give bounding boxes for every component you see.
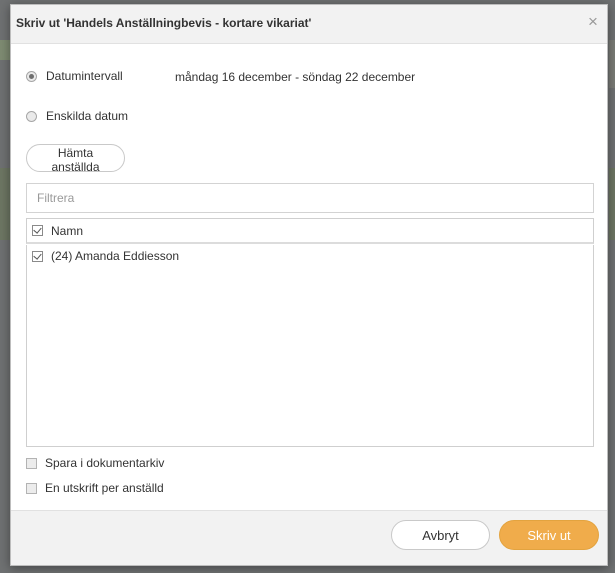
save-archive-checkbox[interactable] [26, 457, 37, 469]
cancel-button[interactable]: Avbryt [391, 520, 490, 550]
background-strip [0, 168, 10, 240]
background-strip [609, 40, 615, 88]
dialog-title: Skriv ut 'Handels Anställningbevis - kor… [16, 16, 312, 30]
select-all-checkbox[interactable] [32, 225, 43, 236]
one-print-checkbox[interactable] [26, 482, 37, 494]
employee-list: (24) Amanda Eddiesson [26, 245, 594, 447]
column-header-name: Namn [51, 223, 84, 238]
employee-list-header: Namn [26, 218, 594, 244]
background-strip [0, 40, 10, 60]
fetch-employees-button[interactable]: Hämta anställda [26, 144, 125, 174]
print-dialog: Skriv ut 'Handels Anställningbevis - kor… [10, 4, 608, 566]
radio-date-interval-label: Datumintervall [46, 69, 123, 83]
option-save-archive[interactable]: Spara i dokumentarkiv [26, 455, 164, 471]
dialog-header: Skriv ut 'Handels Anställningbevis - kor… [11, 5, 607, 44]
close-icon[interactable]: × [585, 13, 601, 31]
radio-single-dates[interactable]: Enskilda datum [26, 108, 128, 124]
list-item[interactable]: (24) Amanda Eddiesson [27, 245, 593, 267]
radio-single-dates-label: Enskilda datum [46, 109, 129, 123]
option-one-print-per-employee[interactable]: En utskrift per anställd [26, 480, 164, 496]
dialog-footer: Avbryt Skriv ut [11, 510, 607, 565]
save-archive-label: Spara i dokumentarkiv [45, 456, 165, 470]
radio-date-interval[interactable]: Datumintervall [26, 68, 123, 84]
background-strip [609, 168, 615, 240]
employee-name: (24) Amanda Eddiesson [51, 249, 180, 263]
radio-button[interactable] [26, 110, 37, 122]
filter-input[interactable] [26, 183, 594, 213]
radio-button-checked[interactable] [26, 70, 37, 82]
print-button[interactable]: Skriv ut [499, 520, 599, 550]
one-print-label: En utskrift per anställd [45, 481, 164, 495]
employee-checkbox[interactable] [32, 250, 43, 262]
date-range-text: måndag 16 december - söndag 22 december [175, 70, 416, 84]
